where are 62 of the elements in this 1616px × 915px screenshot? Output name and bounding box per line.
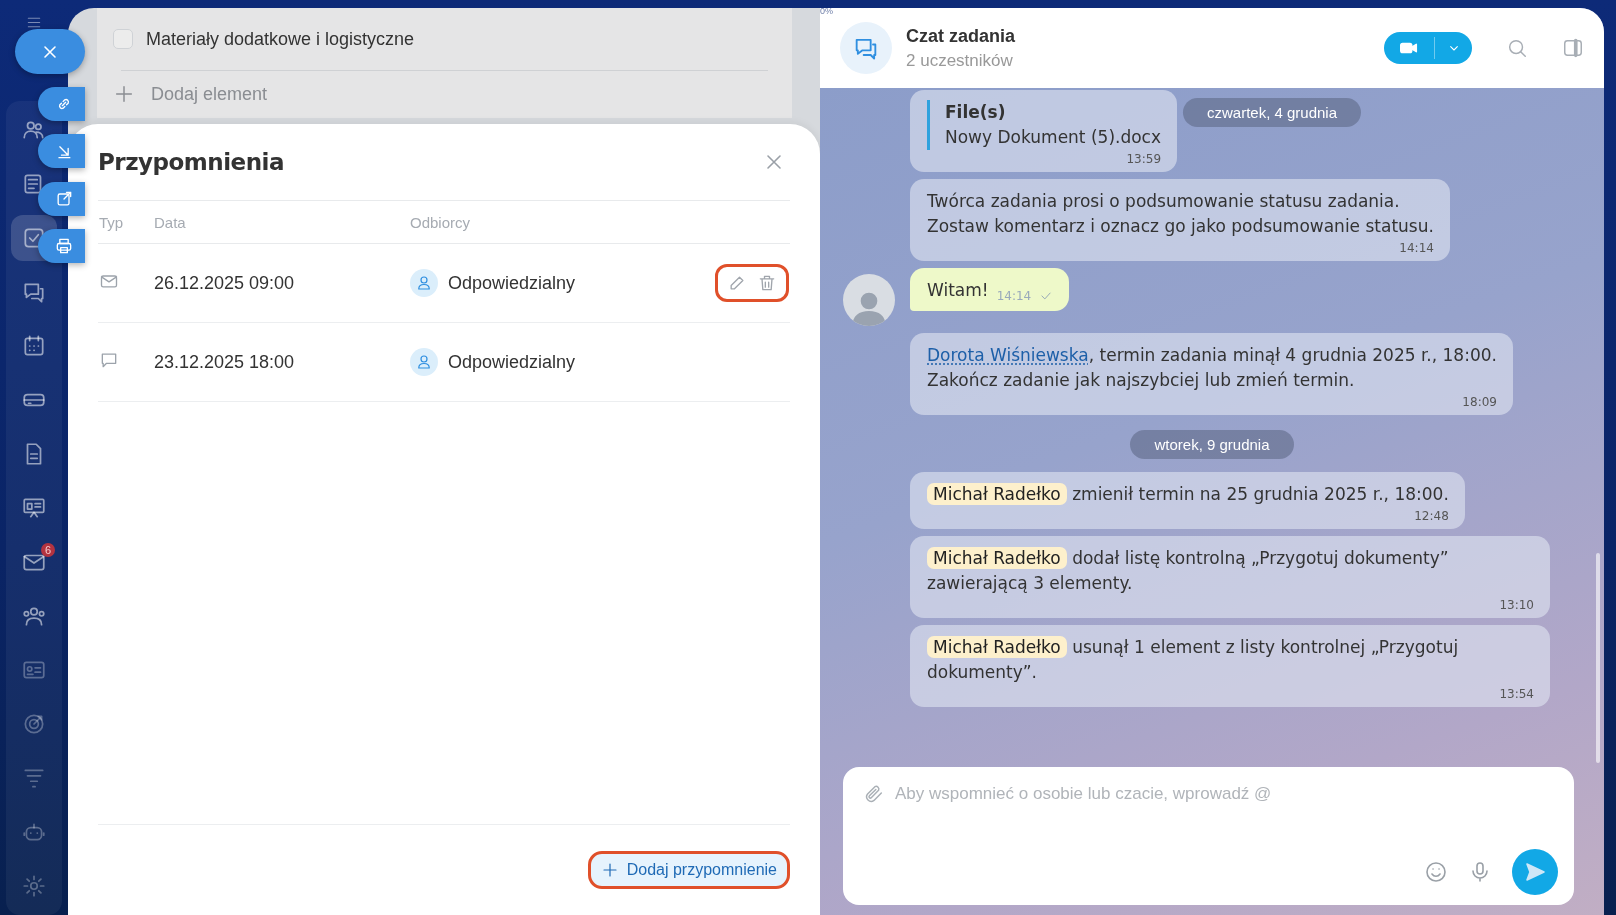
user-mention-chip[interactable]: Michał Radełko — [927, 636, 1067, 658]
sidebar-toggle-button[interactable] — [1562, 37, 1584, 59]
message-time: 12:48 — [1414, 509, 1449, 523]
message-text: Michał Radełko dodał listę kontrolną „Przygotuj dokumenty” zawierającą 3 elementy. — [927, 546, 1450, 595]
panel-icon — [1562, 37, 1584, 59]
add-reminder-button[interactable]: Dodaj przypomnienie — [587, 851, 790, 889]
user-link[interactable]: Dorota Wiśniewska — [927, 345, 1089, 365]
person-icon — [415, 353, 433, 371]
column-header: Typ — [99, 213, 124, 231]
checklist-item-label: Materiały dodatkowe i logistyczne — [146, 28, 415, 50]
attach-button[interactable] — [863, 783, 885, 805]
tasks-icon — [21, 225, 47, 251]
checkbox[interactable] — [113, 29, 133, 49]
message-text: Witam! — [927, 279, 989, 302]
printer-action-menu[interactable] — [38, 229, 85, 263]
unread-badge: 6 — [40, 543, 55, 557]
recipient-name: Odpowiedzialny — [448, 351, 576, 373]
send-button[interactable] — [1512, 849, 1558, 895]
video-call-button[interactable] — [1384, 32, 1472, 64]
sidebar-item[interactable]: 6 — [11, 539, 57, 585]
close-button[interactable] — [15, 29, 85, 74]
board-icon — [21, 495, 47, 521]
participants-count: 2 uczestników — [906, 50, 1014, 71]
message-text: Michał Radełko usunął 1 element z listy kontrolnej „Przygotuj dokumenty”. — [927, 635, 1460, 684]
message-time: 13:59 — [1126, 152, 1162, 166]
file-link[interactable]: Nowy Dokument (5).docx — [945, 125, 1162, 150]
chat-title: Czat zadania — [906, 25, 1017, 47]
reminder-date: 26.12.2025 09:00 — [154, 272, 295, 293]
column-header: Odbiorcy — [410, 213, 471, 231]
message-text: Twórca zadania prosi o podsumowanie statusu zadania. Zostaw komentarz i oznacz go jako podsumowanie statusu. — [927, 190, 1434, 238]
date-separator: wtorek, 9 grudnia — [1130, 430, 1294, 459]
gear-icon — [21, 873, 47, 899]
send-icon — [1523, 860, 1547, 884]
recipient-name: Odpowiedzialny — [448, 272, 576, 294]
arrow-down-right-action-menu[interactable] — [38, 134, 85, 168]
calendar-icon — [21, 333, 47, 359]
message-time: 18:09 — [1462, 395, 1497, 409]
trash-icon — [757, 273, 777, 293]
message-time: 13:54 — [1499, 687, 1534, 701]
column-header: Data — [154, 213, 186, 231]
message-text: Dorota Wiśniewska, termin zadania minął 4 grudnia 2025 r., 18:00. Zakończ zadanie jak najszybciej lub zmień termin. — [927, 344, 1497, 392]
message-text: Michał Radełko zmienił termin na 25 grudnia 2025 r., 18:00. — [927, 482, 1449, 507]
user-mention-chip[interactable]: Michał Radełko — [927, 483, 1067, 505]
person-icon — [415, 274, 433, 292]
message-time: 13:10 — [1499, 598, 1534, 612]
date-separator: czwartek, 4 grudnia — [1182, 98, 1362, 127]
progress-label: 0% — [820, 8, 833, 16]
search-icon — [1506, 37, 1528, 59]
external-link-action-menu[interactable] — [38, 182, 85, 216]
link-action-menu[interactable] — [38, 87, 85, 121]
message-time: 14:14 — [1399, 241, 1434, 255]
dialog-title: Przypomnienia — [98, 149, 284, 175]
search-button[interactable] — [1506, 37, 1528, 59]
paperclip-icon — [863, 783, 885, 805]
message-time: 14:14 — [996, 289, 1032, 303]
user-mention-chip[interactable]: Michał Radełko — [927, 547, 1067, 569]
attachment-heading: File(s) — [945, 101, 1007, 124]
smiley-icon — [1424, 860, 1448, 884]
reminder-date: 23.12.2025 18:00 — [154, 351, 295, 372]
delete-button[interactable] — [757, 273, 777, 293]
plus-icon — [113, 83, 135, 105]
emoji-button[interactable] — [1424, 860, 1448, 884]
